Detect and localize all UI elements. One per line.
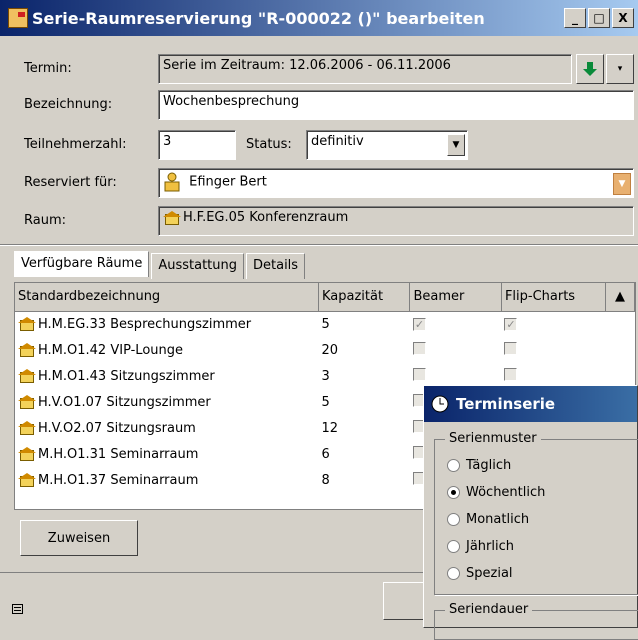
bezeichnung-input[interactable]: Wochenbesprechung — [158, 90, 634, 120]
reserviert-select[interactable]: Efinger Bert ▼ — [158, 168, 634, 198]
flipchart-checkbox[interactable] — [504, 341, 518, 355]
termin-dropdown-button[interactable]: ▾ — [606, 54, 634, 84]
room-icon — [18, 447, 36, 461]
status-select[interactable]: definitiv ▼ — [306, 130, 468, 160]
tab-details[interactable]: Details — [246, 253, 306, 279]
close-button[interactable]: X — [612, 8, 634, 28]
partial-button[interactable] — [383, 582, 425, 620]
status-label: Status: — [246, 137, 292, 152]
bezeichnung-label: Bezeichnung: — [24, 97, 113, 112]
chevron-down-icon[interactable]: ▼ — [613, 173, 631, 195]
termin-field: Serie im Zeitraum: 12.06.2006 - 06.11.20… — [158, 54, 572, 84]
title-bar: Serie-Raumreservierung "R-000022 ()" bea… — [0, 0, 638, 36]
col-standardbezeichnung[interactable]: Standardbezeichnung — [15, 283, 319, 312]
serienmuster-legend: Serienmuster — [445, 431, 541, 446]
raum-label: Raum: — [24, 213, 66, 228]
beamer-checkbox[interactable]: ✓ — [412, 317, 426, 331]
person-icon — [164, 172, 180, 192]
list-icon — [12, 604, 23, 614]
raum-field: H.F.EG.05 Konferenzraum — [158, 206, 634, 236]
green-arrow-icon — [583, 62, 597, 76]
col-flip-charts[interactable]: Flip-Charts — [501, 283, 606, 312]
tab-ausstattung[interactable]: Ausstattung — [151, 253, 244, 279]
beamer-checkbox[interactable] — [412, 367, 426, 381]
teilnehmer-label: Teilnehmerzahl: — [24, 137, 127, 152]
minimize-button[interactable]: _ — [564, 8, 586, 28]
col-kapazitaet[interactable]: Kapazität — [318, 283, 411, 312]
maximize-button[interactable]: □ — [588, 8, 610, 28]
flipchart-checkbox[interactable]: ✓ — [504, 317, 518, 331]
room-icon — [18, 369, 36, 383]
radio-jaehrlich[interactable]: Jährlich — [447, 533, 545, 560]
app-icon — [8, 8, 28, 28]
down-arrow-button[interactable] — [576, 54, 604, 84]
scroll-up-button[interactable]: ▲ — [605, 283, 636, 312]
room-icon — [18, 317, 36, 332]
chevron-down-icon[interactable]: ▼ — [447, 134, 465, 156]
room-icon — [18, 473, 36, 487]
terminserie-popup: Terminserie Serienmuster Täglich Wöchent… — [423, 385, 638, 640]
teilnehmer-input[interactable]: 3 — [158, 130, 236, 160]
reserviert-label: Reserviert für: — [24, 175, 117, 190]
window-title: Serie-Raumreservierung "R-000022 ()" bea… — [32, 8, 485, 28]
room-icon — [18, 421, 36, 435]
termin-label: Termin: — [24, 61, 72, 76]
room-icon — [18, 343, 36, 357]
popup-title: Terminserie — [456, 395, 556, 413]
serienmuster-group: Serienmuster Täglich Wöchentlich Monatli… — [434, 431, 638, 595]
clock-icon — [431, 395, 449, 413]
flipchart-checkbox[interactable] — [504, 367, 518, 381]
radio-spezial[interactable]: Spezial — [447, 560, 545, 587]
room-icon — [163, 210, 181, 225]
table-row[interactable]: H.M.O1.42 VIP-Lounge 20 — [15, 337, 635, 363]
radio-taeglich[interactable]: Täglich — [447, 452, 545, 479]
room-icon — [18, 395, 36, 409]
col-beamer[interactable]: Beamer — [409, 283, 502, 312]
seriendauer-legend: Seriendauer — [445, 602, 533, 617]
radio-woechentlich[interactable]: Wöchentlich — [447, 479, 545, 506]
beamer-checkbox[interactable] — [412, 341, 426, 355]
radio-monatlich[interactable]: Monatlich — [447, 506, 545, 533]
zuweisen-button[interactable]: Zuweisen — [20, 520, 138, 556]
table-row[interactable]: H.M.EG.33 Besprechungszimmer 5 ✓ ✓ — [15, 311, 635, 337]
tab-verfuegbare-raeume[interactable]: Verfügbare Räume — [14, 251, 150, 277]
seriendauer-group: Seriendauer — [434, 602, 638, 640]
